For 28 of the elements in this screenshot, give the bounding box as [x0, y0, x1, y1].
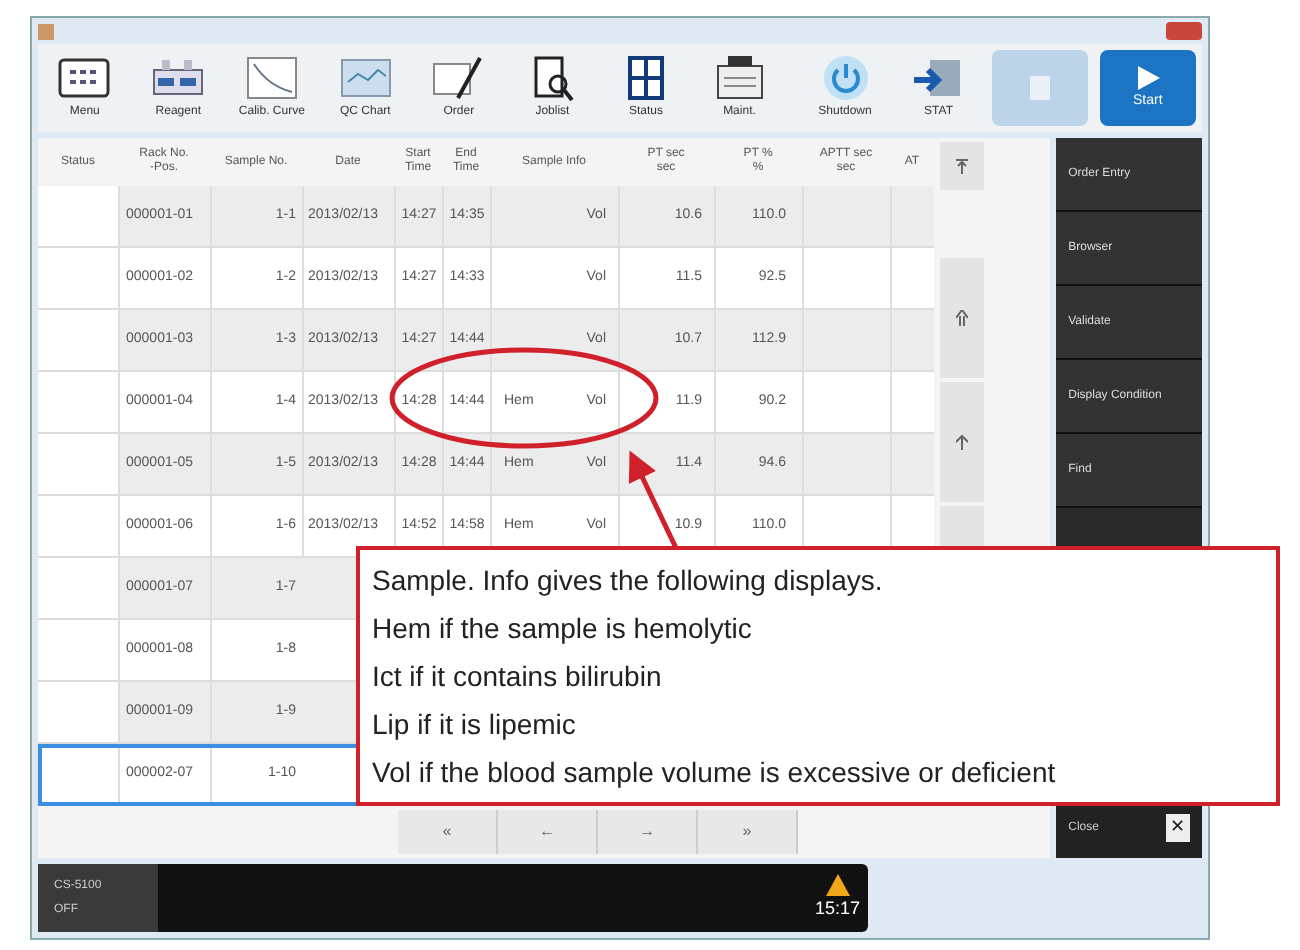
- pen-paper-icon: [430, 54, 487, 102]
- app-icon: [38, 23, 54, 39]
- double-up-arrow-icon: [956, 310, 968, 326]
- page-nav-button[interactable]: »: [698, 810, 798, 854]
- page-nav-button[interactable]: →: [598, 810, 698, 854]
- clock-time: 15:17: [814, 895, 860, 922]
- callout-text: Hem if the sample is hemolytic: [372, 610, 754, 648]
- chart-icon: [337, 54, 394, 102]
- warning-icon[interactable]: [825, 873, 850, 896]
- scroll-top-button[interactable]: [940, 142, 984, 190]
- square-icon: [1029, 76, 1050, 100]
- scroll-up-button[interactable]: [940, 382, 984, 502]
- play-icon: [1133, 63, 1162, 92]
- callout-text: Sample. Info gives the following displays.: [372, 562, 885, 600]
- analyzer-icon: [711, 54, 768, 102]
- callout-text: Vol if the blood sample volume is excessive or deficient: [372, 754, 1058, 792]
- stop-button[interactable]: [991, 50, 1088, 126]
- page-nav-button[interactable]: ←: [498, 810, 598, 854]
- power-icon: [821, 54, 869, 102]
- grid-icon: [56, 54, 113, 102]
- arrow-to-top-icon: [956, 158, 968, 174]
- callout-text: Lip if it is lipemic: [372, 706, 578, 744]
- close-window-button[interactable]: [1166, 22, 1202, 40]
- page-nav-button[interactable]: «: [398, 810, 498, 854]
- up-arrow-icon: [956, 434, 968, 450]
- scroll-page-up-button[interactable]: [940, 258, 984, 378]
- callout-text: Ict if it contains bilirubin: [372, 658, 664, 696]
- curve-chart-icon: [243, 54, 300, 102]
